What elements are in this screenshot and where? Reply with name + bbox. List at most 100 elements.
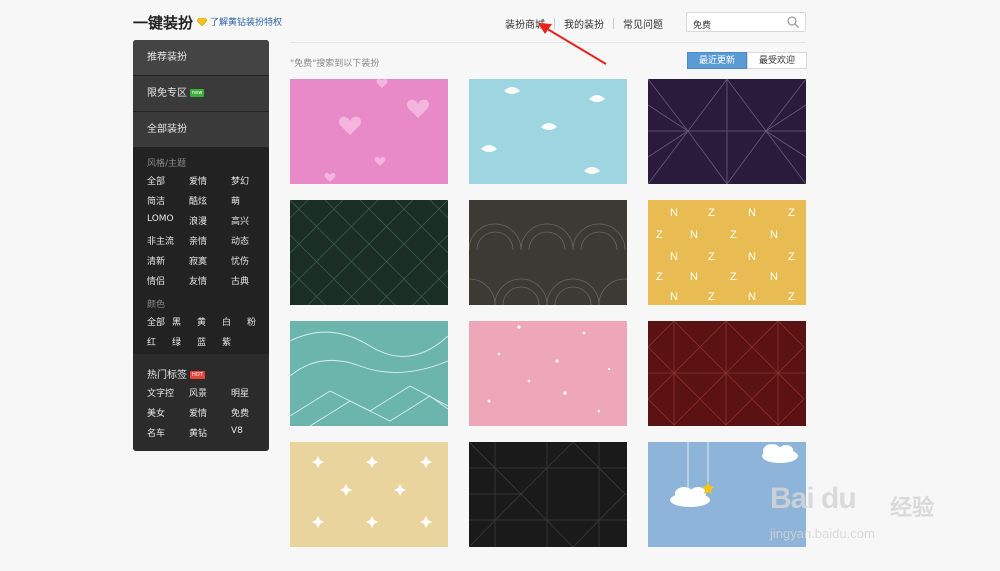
- geometric-pattern: [648, 321, 806, 426]
- tag-link[interactable]: 风景: [189, 386, 231, 399]
- tag-link[interactable]: LOMO: [147, 214, 189, 227]
- hot-badge: HOT: [190, 371, 205, 379]
- vip-link-label: 了解黄钻装扮特权: [210, 18, 283, 28]
- svg-text:N: N: [690, 229, 698, 241]
- tag-link[interactable]: 亲情: [189, 234, 231, 247]
- geometric-pattern: [469, 442, 627, 547]
- skin-tile-maroon-geometric[interactable]: [648, 321, 806, 426]
- tag-link[interactable]: 爱情: [189, 174, 231, 187]
- sidebar-item-label: 全部装扮: [147, 124, 187, 135]
- color-tags: 全部 黑 黄 白 粉 红 绿 蓝 紫: [147, 315, 269, 348]
- tag-link[interactable]: 名车: [147, 426, 189, 439]
- skin-tile-purple-geometric[interactable]: [648, 79, 806, 184]
- tag-link[interactable]: 黑: [172, 315, 197, 328]
- tag-link[interactable]: 酷炫: [189, 194, 231, 207]
- tag-link[interactable]: 黄: [197, 315, 222, 328]
- diamonds-pattern: [290, 200, 448, 305]
- hot-group-title-text: 热门标签: [147, 370, 187, 381]
- sidebar-item-label: 推荐装扮: [147, 52, 187, 63]
- sort-popular-button[interactable]: 最受欢迎: [747, 52, 808, 69]
- style-tags: 全部 爱情 梦幻 简洁 酷炫 萌 LOMO 浪漫 高兴 非主流 亲情 动态 清新…: [147, 174, 269, 287]
- tag-link[interactable]: 动态: [231, 234, 269, 247]
- hot-tags-group: 热门标签 HOT 文字控 风景 明星 美女 爱情 免费 名车 黄钻 V8: [133, 354, 269, 445]
- svg-text:Z: Z: [656, 271, 663, 283]
- sparkle-pattern: [290, 442, 448, 547]
- tag-link[interactable]: 浪漫: [189, 214, 231, 227]
- tag-link[interactable]: 忧伤: [231, 254, 269, 267]
- tag-link[interactable]: 全部: [147, 315, 172, 328]
- waves-pattern: [469, 200, 627, 305]
- skin-tile-green-diamonds[interactable]: [290, 200, 448, 305]
- tag-link[interactable]: 免费: [231, 406, 269, 419]
- sort-toggle: 最近更新 最受欢迎: [687, 52, 808, 69]
- hearts-pattern: [290, 79, 448, 184]
- svg-text:Z: Z: [730, 271, 737, 283]
- tag-link[interactable]: 寂寞: [189, 254, 231, 267]
- svg-text:Z: Z: [730, 229, 737, 241]
- tag-link[interactable]: 高兴: [231, 214, 269, 227]
- tag-link[interactable]: 爱情: [189, 406, 231, 419]
- svg-text:N: N: [670, 251, 678, 263]
- tag-link[interactable]: 全部: [147, 174, 189, 187]
- search-input[interactable]: [693, 15, 783, 34]
- skin-tile-cream-stars[interactable]: [290, 442, 448, 547]
- watermark-url: jingyan.baidu.com: [770, 526, 875, 541]
- sidebar-item-recommended[interactable]: 推荐装扮: [133, 40, 269, 76]
- tag-link[interactable]: 红: [147, 335, 172, 348]
- skin-tile-black-geometric[interactable]: [469, 442, 627, 547]
- sort-latest-button[interactable]: 最近更新: [687, 52, 748, 69]
- vip-privilege-link[interactable]: 了解黄钻装扮特权: [197, 15, 282, 28]
- svg-text:N: N: [748, 207, 756, 219]
- tag-link[interactable]: 紫: [222, 335, 247, 348]
- tag-link[interactable]: 情侣: [147, 274, 189, 287]
- tag-link[interactable]: 萌: [231, 194, 269, 207]
- svg-text:N: N: [670, 291, 678, 303]
- header: 一键装扮 了解黄钻装扮特权 装扮商城 我的装扮 常见问题: [0, 0, 1000, 42]
- tag-link[interactable]: 非主流: [147, 234, 189, 247]
- tag-link[interactable]: 绿: [172, 335, 197, 348]
- sidebar: 推荐装扮 限免专区 new 全部装扮 风格/主题 全部 爱情 梦幻 简洁 酷炫 萌…: [133, 40, 269, 451]
- skin-tile-cyan-birds[interactable]: [469, 79, 627, 184]
- tag-link[interactable]: 蓝: [197, 335, 222, 348]
- sidebar-item-all[interactable]: 全部装扮: [133, 112, 269, 148]
- tag-link[interactable]: 古典: [231, 274, 269, 287]
- tag-link[interactable]: 文字控: [147, 386, 189, 399]
- skin-tile-brown-waves[interactable]: [469, 200, 627, 305]
- tag-link[interactable]: 友情: [189, 274, 231, 287]
- search-result-text: "免费"搜索到以下装扮: [290, 59, 380, 69]
- skin-tile-pink-hearts[interactable]: [290, 79, 448, 184]
- tag-link[interactable]: 白: [222, 315, 247, 328]
- tag-link[interactable]: 粉: [247, 315, 269, 328]
- watermark-cn: 经验: [890, 496, 935, 521]
- svg-text:N: N: [770, 229, 778, 241]
- skin-tile-pink-dots[interactable]: [469, 321, 627, 426]
- tag-link[interactable]: V8: [231, 426, 269, 439]
- tag-link[interactable]: 明星: [231, 386, 269, 399]
- baidu-watermark: Bai du 经验 jingyan.baidu.com: [770, 468, 950, 548]
- tag-link[interactable]: 梦幻: [231, 174, 269, 187]
- svg-text:Z: Z: [708, 251, 715, 263]
- sidebar-item-label: 限免专区: [147, 88, 187, 99]
- skin-tile-teal-lines[interactable]: [290, 321, 448, 426]
- svg-text:Z: Z: [708, 207, 715, 219]
- hot-tags: 文字控 风景 明星 美女 爱情 免费 名车 黄钻 V8: [147, 386, 269, 439]
- svg-text:N: N: [748, 291, 756, 303]
- sidebar-item-free-zone[interactable]: 限免专区 new: [133, 76, 269, 112]
- lines-pattern: [290, 321, 448, 426]
- letters-pattern: NZNZ ZNZN NZNZ ZNZN NZNZ: [648, 200, 806, 305]
- svg-text:N: N: [770, 271, 778, 283]
- nav-faq[interactable]: 常见问题: [614, 16, 672, 31]
- svg-text:N: N: [690, 271, 698, 283]
- tag-link[interactable]: 清新: [147, 254, 189, 267]
- tag-link[interactable]: 简洁: [147, 194, 189, 207]
- skin-tile-yellow-letters[interactable]: NZNZ ZNZN NZNZ ZNZN NZNZ: [648, 200, 806, 305]
- tag-link[interactable]: 美女: [147, 406, 189, 419]
- search-icon[interactable]: [787, 16, 799, 28]
- tag-link[interactable]: 黄钻: [189, 426, 231, 439]
- style-group: 风格/主题 全部 爱情 梦幻 简洁 酷炫 萌 LOMO 浪漫 高兴 非主流 亲情…: [133, 148, 269, 293]
- birds-pattern: [469, 79, 627, 184]
- search-box: [686, 12, 806, 34]
- svg-text:Z: Z: [788, 291, 795, 303]
- hot-group-title: 热门标签 HOT: [147, 366, 269, 381]
- annotation-arrow-icon: [538, 23, 607, 65]
